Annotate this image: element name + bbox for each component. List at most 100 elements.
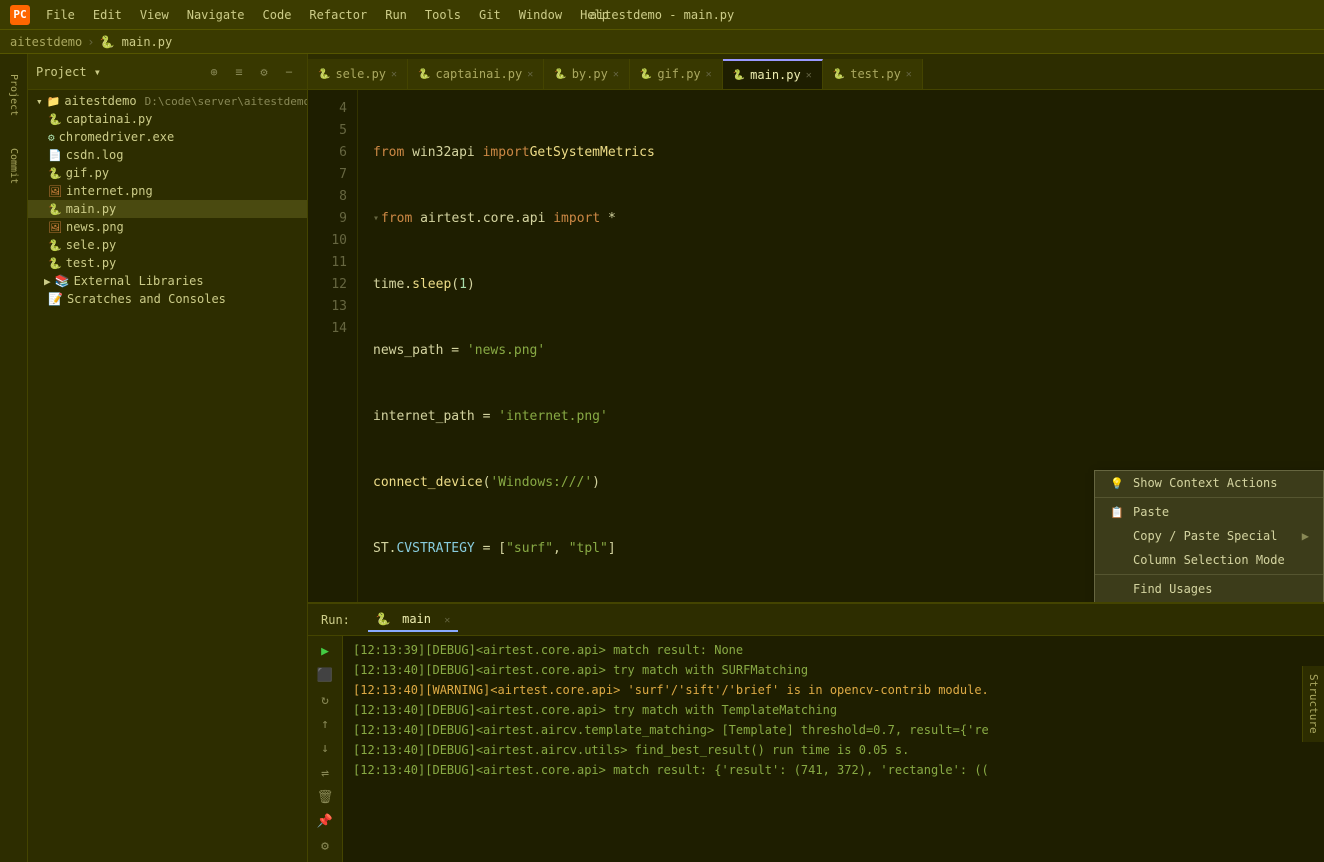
run-toolbar: ▶ ⬛ ↻ ↑ ↓ ⇌ 🗑 📌 ⚙ xyxy=(308,636,343,862)
ctx-item-label: Copy / Paste Special xyxy=(1133,529,1278,543)
pin-button[interactable]: 📌 xyxy=(314,811,336,832)
log-line: [12:13:40][DEBUG]<airtest.aircv.utils> f… xyxy=(353,740,1314,760)
clear-console-button[interactable]: 🗑 xyxy=(314,787,336,808)
tab-close-icon[interactable]: ✕ xyxy=(706,69,712,80)
tab-close-icon[interactable]: ✕ xyxy=(806,70,812,81)
tab-captainai[interactable]: 🐍 captainai.py ✕ xyxy=(408,59,544,89)
menu-navigate[interactable]: Navigate xyxy=(179,6,253,24)
run-stop-button[interactable]: ⬛ xyxy=(314,665,336,686)
line-number: 9 xyxy=(308,208,347,230)
tab-main[interactable]: 🐍 main.py ✕ xyxy=(723,59,823,89)
menu-view[interactable]: View xyxy=(132,6,177,24)
code-line-4: from win32api import GetSystemMetrics xyxy=(373,142,1324,164)
locate-file-icon[interactable]: ⊕ xyxy=(204,62,224,82)
run-play-button[interactable]: ▶ xyxy=(314,641,336,662)
filename: chromedriver.exe xyxy=(59,130,175,144)
project-tree: ▾ 📁 aitestdemo D:\code\server\aitestdemo… xyxy=(28,90,307,862)
project-panel-title: Project ▾ xyxy=(36,65,199,79)
ctx-item-label: Show Context Actions xyxy=(1133,476,1278,490)
log-line: [12:13:40][DEBUG]<airtest.aircv.template… xyxy=(353,720,1314,740)
menu-window[interactable]: Window xyxy=(511,6,570,24)
lightbulb-icon: 💡 xyxy=(1109,477,1125,490)
tree-root-path: D:\code\server\aitestdemo xyxy=(145,95,307,108)
scroll-down-button[interactable]: ↓ xyxy=(314,738,336,759)
menu-run[interactable]: Run xyxy=(377,6,415,24)
fold-icon[interactable]: ▾ xyxy=(373,208,379,230)
tab-close-icon[interactable]: ✕ xyxy=(527,69,533,80)
filename: test.py xyxy=(66,256,117,270)
ctx-copy-paste-special[interactable]: Copy / Paste Special ▶ xyxy=(1095,524,1323,548)
title-bar: PC File Edit View Navigate Code Refactor… xyxy=(0,0,1324,30)
list-item[interactable]: 🐍 gif.py xyxy=(28,164,307,182)
tab-close-icon[interactable]: ✕ xyxy=(391,69,397,80)
filename: csdn.log xyxy=(66,148,124,162)
tree-scratches[interactable]: 📝 Scratches and Consoles xyxy=(28,290,307,308)
wrap-toggle-button[interactable]: ⇌ xyxy=(314,763,336,784)
tab-label: sele.py xyxy=(335,67,386,81)
py-file-icon: 🐍 xyxy=(48,167,62,180)
py-icon: 🐍 xyxy=(554,69,566,80)
tab-sele[interactable]: 🐍 sele.py ✕ xyxy=(308,59,408,89)
list-item-active[interactable]: 🐍 main.py xyxy=(28,200,307,218)
menu-edit[interactable]: Edit xyxy=(85,6,130,24)
menu-file[interactable]: File xyxy=(38,6,83,24)
ctx-paste[interactable]: 📋 Paste xyxy=(1095,500,1323,524)
ctx-show-context-actions[interactable]: 💡 Show Context Actions xyxy=(1095,471,1323,495)
list-item[interactable]: ⚙ chromedriver.exe xyxy=(28,128,307,146)
breadcrumb-file[interactable]: 🐍 main.py xyxy=(99,35,172,49)
py-file-icon: 🐍 xyxy=(48,203,62,216)
tab-gif[interactable]: 🐍 gif.py ✕ xyxy=(630,59,723,89)
list-item[interactable]: 📄 csdn.log xyxy=(28,146,307,164)
py-icon: 🐍 xyxy=(733,70,745,81)
ctx-item-label: Find Usages xyxy=(1133,582,1212,596)
tree-options-icon[interactable]: ⚙ xyxy=(254,62,274,82)
list-item[interactable]: 🖼 internet.png xyxy=(28,182,307,200)
tab-close-icon[interactable]: ✕ xyxy=(613,69,619,80)
sidebar-item-commit[interactable]: Commit xyxy=(3,133,24,199)
collapse-all-icon[interactable]: ≡ xyxy=(229,62,249,82)
list-item[interactable]: 🐍 sele.py xyxy=(28,236,307,254)
menu-refactor[interactable]: Refactor xyxy=(301,6,375,24)
project-toolbar: Project ▾ ⊕ ≡ ⚙ − xyxy=(28,54,307,90)
tab-close-icon[interactable]: ✕ xyxy=(906,69,912,80)
log-line: [12:13:39][DEBUG]<airtest.core.api> matc… xyxy=(353,640,1314,660)
py-file-icon: 🐍 xyxy=(48,113,62,126)
filename: main.py xyxy=(66,202,117,216)
menu-git[interactable]: Git xyxy=(471,6,509,24)
bottom-tab-main[interactable]: 🐍 main ✕ xyxy=(368,608,458,632)
code-line-7: news_path = 'news.png' xyxy=(373,340,1324,362)
run-tab-icon: 🐍 xyxy=(376,612,391,626)
list-item[interactable]: 🐍 test.py xyxy=(28,254,307,272)
main-layout: Project Commit Project ▾ ⊕ ≡ ⚙ − ▾ 📁 ait… xyxy=(0,54,1324,862)
tab-by[interactable]: 🐍 by.py ✕ xyxy=(544,59,630,89)
filename: captainai.py xyxy=(66,112,153,126)
tab-test[interactable]: 🐍 test.py ✕ xyxy=(823,59,923,89)
log-line: [12:13:40][WARNING]<airtest.core.api> 's… xyxy=(353,680,1314,700)
menu-code[interactable]: Code xyxy=(255,6,300,24)
ctx-item-label: Column Selection Mode xyxy=(1133,553,1285,567)
filename: sele.py xyxy=(66,238,117,252)
scroll-up-button[interactable]: ↑ xyxy=(314,714,336,735)
close-panel-icon[interactable]: − xyxy=(279,62,299,82)
ctx-find-usages[interactable]: Find Usages xyxy=(1095,577,1323,601)
sidebar-item-project[interactable]: Project xyxy=(3,59,24,131)
tree-root-label: aitestdemo xyxy=(64,94,136,108)
ctx-column-selection[interactable]: Column Selection Mode xyxy=(1095,548,1323,572)
line-number: 7 xyxy=(308,164,347,186)
tree-external-libs[interactable]: ▶ 📚 External Libraries xyxy=(28,272,307,290)
bottom-tabs-bar: Run: 🐍 main ✕ xyxy=(308,604,1324,636)
list-item[interactable]: 🖼 news.png xyxy=(28,218,307,236)
menu-tools[interactable]: Tools xyxy=(417,6,469,24)
structure-panel-label[interactable]: Structure xyxy=(1302,666,1324,742)
tree-root[interactable]: ▾ 📁 aitestdemo D:\code\server\aitestdemo xyxy=(28,92,307,110)
settings-button[interactable]: ⚙ xyxy=(314,836,336,857)
window-title: aitestdemo - main.py xyxy=(590,8,735,22)
run-rerun-button[interactable]: ↻ xyxy=(314,690,336,711)
breadcrumb-sep: › xyxy=(87,35,94,49)
list-item[interactable]: 🐍 captainai.py xyxy=(28,110,307,128)
console-output: [12:13:39][DEBUG]<airtest.core.api> matc… xyxy=(343,636,1324,862)
run-tab-close-icon[interactable]: ✕ xyxy=(444,615,450,626)
code-editor[interactable]: 4 5 6 7 8 9 10 11 12 13 14 from win32api… xyxy=(308,90,1324,602)
ctx-refactor[interactable]: Refactor ▶ xyxy=(1095,601,1323,602)
breadcrumb-project[interactable]: aitestdemo xyxy=(10,35,82,49)
